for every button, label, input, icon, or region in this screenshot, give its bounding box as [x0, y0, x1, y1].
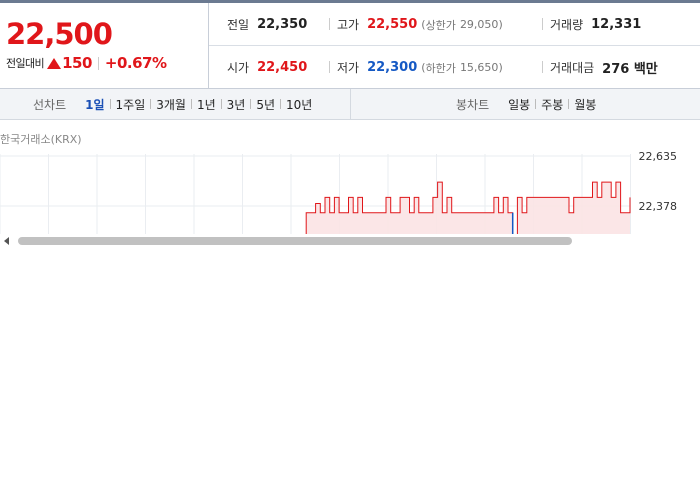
lower-limit-label: 하한가: [425, 61, 456, 75]
trade-value-label: 거래대금: [550, 61, 595, 75]
divider: [542, 61, 543, 73]
prev-close-value: 22,350: [257, 17, 308, 32]
upper-limit-close-paren: ): [498, 18, 503, 31]
change-rate: +0.67%: [104, 54, 167, 72]
change-amount: 150: [62, 54, 92, 72]
change-label: 전일대비: [6, 57, 45, 70]
up-triangle-icon: [47, 57, 62, 69]
scroll-left-arrow-icon[interactable]: [4, 237, 9, 245]
current-price-box: 22,500 전일대비 150 +0.67%: [0, 3, 209, 89]
open-label: 시가: [227, 61, 250, 75]
chart-tab-bar: 선차트 1일 1주일 3개월 1년 3년 5년 10년 봉차트 일봉 주봉 월봉: [0, 89, 700, 120]
candle-chart-tabs: 봉차트 일봉 주봉 월봉: [456, 89, 601, 119]
prev-close-cell: 전일 22,350: [227, 3, 307, 46]
horizontal-scrollbar[interactable]: [0, 234, 700, 248]
price-info-grid: 전일 22,350 고가 22,550 (상한가 29,050) 거래량 12,…: [209, 3, 700, 89]
volume-label: 거래량: [550, 18, 584, 32]
tab-period-1y[interactable]: 1년: [192, 96, 221, 113]
info-row-1: 전일 22,350 고가 22,550 (상한가 29,050) 거래량 12,…: [209, 3, 700, 46]
high-label: 고가: [337, 18, 360, 32]
info-row-2: 시가 22,450 저가 22,300 (하한가 15,650) 거래대금 27…: [209, 46, 700, 89]
tab-candle-monthly[interactable]: 월봉: [569, 96, 601, 113]
high-cell: 고가 22,550 (상한가 29,050): [337, 3, 503, 46]
line-chart-tabs: 선차트 1일 1주일 3개월 1년 3년 5년 10년: [0, 89, 351, 119]
scrollbar-thumb[interactable]: [18, 237, 572, 245]
tab-period-3y[interactable]: 3년: [222, 96, 251, 113]
market-label: 한국거래소(KRX): [0, 133, 82, 146]
tab-period-5y[interactable]: 5년: [251, 96, 280, 113]
tab-candle-weekly[interactable]: 주봉: [536, 96, 568, 113]
low-cell: 저가 22,300 (하한가 15,650): [337, 46, 503, 89]
divider: [542, 18, 543, 30]
y-axis-reference-label: 22,378: [638, 200, 678, 213]
tab-period-1d[interactable]: 1일: [80, 96, 109, 113]
open-value: 22,450: [257, 60, 308, 75]
prev-close-label: 전일: [227, 18, 250, 32]
tab-period-10y[interactable]: 10년: [281, 96, 317, 113]
line-chart-title: 선차트: [33, 97, 67, 112]
divider: [329, 18, 330, 30]
stock-widget: 22,500 전일대비 150 +0.67% 전일 22,350 고가 22,5…: [0, 0, 700, 490]
tab-period-3m[interactable]: 3개월: [151, 96, 191, 113]
y-axis-high-label: 22,635: [638, 150, 678, 163]
high-value: 22,550: [367, 17, 418, 32]
intraday-line-chart: [0, 154, 631, 234]
trade-value-cell: 거래대금 276 백만: [550, 46, 658, 89]
candle-chart-title: 봉차트: [456, 97, 490, 112]
lower-limit-close-paren: ): [498, 61, 503, 74]
upper-limit-label: 상한가: [425, 18, 456, 32]
trade-value-value: 276 백만: [602, 62, 658, 77]
change-row: 전일대비 150 +0.67%: [6, 54, 167, 72]
low-label: 저가: [337, 61, 360, 75]
tab-period-1w[interactable]: 1주일: [111, 96, 151, 113]
divider: [97, 56, 99, 70]
price-summary: 22,500 전일대비 150 +0.67% 전일 22,350 고가 22,5…: [0, 0, 700, 89]
tab-candle-daily[interactable]: 일봉: [503, 96, 535, 113]
open-cell: 시가 22,450: [227, 46, 307, 89]
low-value: 22,300: [367, 60, 418, 75]
divider: [329, 61, 330, 73]
upper-limit-value: 29,050: [459, 18, 499, 31]
volume-value: 12,331: [591, 17, 642, 32]
volume-cell: 거래량 12,331: [550, 3, 641, 46]
current-price: 22,500: [6, 17, 113, 51]
lower-limit-value: 15,650: [459, 61, 499, 74]
